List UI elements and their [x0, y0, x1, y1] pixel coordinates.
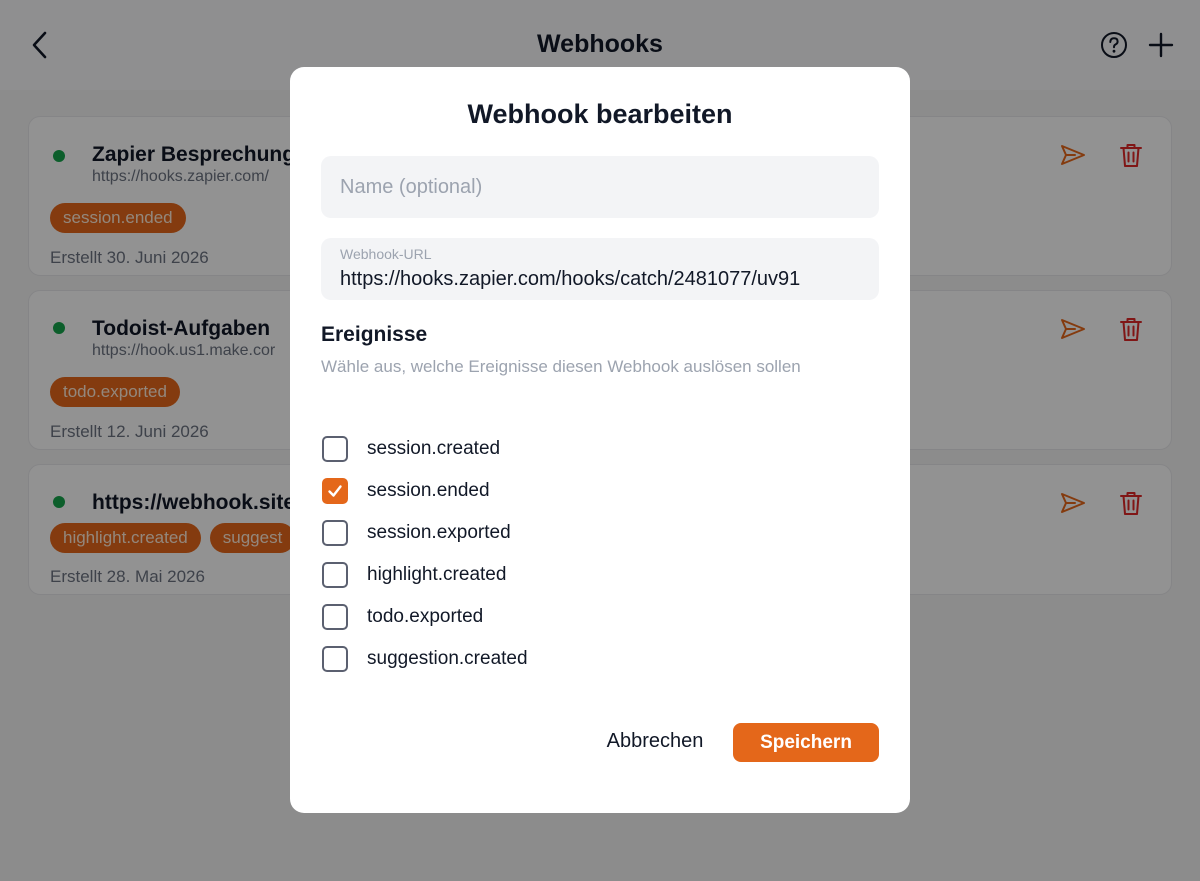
event-option-session-exported[interactable]: session.exported — [321, 518, 581, 548]
dialog-title: Webhook bearbeiten — [467, 99, 733, 129]
name-input[interactable] — [321, 156, 879, 218]
event-label: session.ended — [367, 480, 490, 501]
webhook-url-label: Webhook-URL — [340, 246, 432, 262]
checkbox[interactable] — [322, 604, 348, 630]
event-label: todo.exported — [367, 606, 484, 627]
events-heading: Ereignisse — [321, 323, 428, 346]
event-label: session.created — [367, 438, 501, 459]
checkmark-icon — [328, 485, 342, 497]
webhook-url-field[interactable]: Webhook-URL https://hooks.zapier.com/hoo… — [321, 238, 879, 300]
save-button[interactable]: Speichern — [733, 723, 879, 762]
webhook-url-input[interactable]: https://hooks.zapier.com/hooks/catch/248… — [340, 268, 800, 291]
event-option-session-ended[interactable]: session.ended — [321, 476, 581, 506]
checkbox[interactable] — [322, 436, 348, 462]
checkbox-checked[interactable] — [322, 478, 348, 504]
event-option-highlight-created[interactable]: highlight.created — [321, 560, 581, 590]
event-option-todo-exported[interactable]: todo.exported — [321, 602, 581, 632]
cancel-button[interactable]: Abbrechen — [595, 723, 715, 759]
event-label: highlight.created — [367, 564, 507, 585]
name-field[interactable] — [321, 156, 879, 218]
checkbox[interactable] — [322, 562, 348, 588]
edit-webhook-dialog: Webhook bearbeiten Webhook-URL https://h… — [290, 67, 910, 813]
event-label: session.exported — [367, 522, 511, 543]
event-option-session-created[interactable]: session.created — [321, 434, 581, 464]
checkbox[interactable] — [322, 646, 348, 672]
event-option-suggestion-created[interactable]: suggestion.created — [321, 644, 581, 674]
checkbox[interactable] — [322, 520, 348, 546]
event-label: suggestion.created — [367, 648, 528, 669]
events-description: Wähle aus, welche Ereignisse diesen Webh… — [321, 357, 801, 376]
